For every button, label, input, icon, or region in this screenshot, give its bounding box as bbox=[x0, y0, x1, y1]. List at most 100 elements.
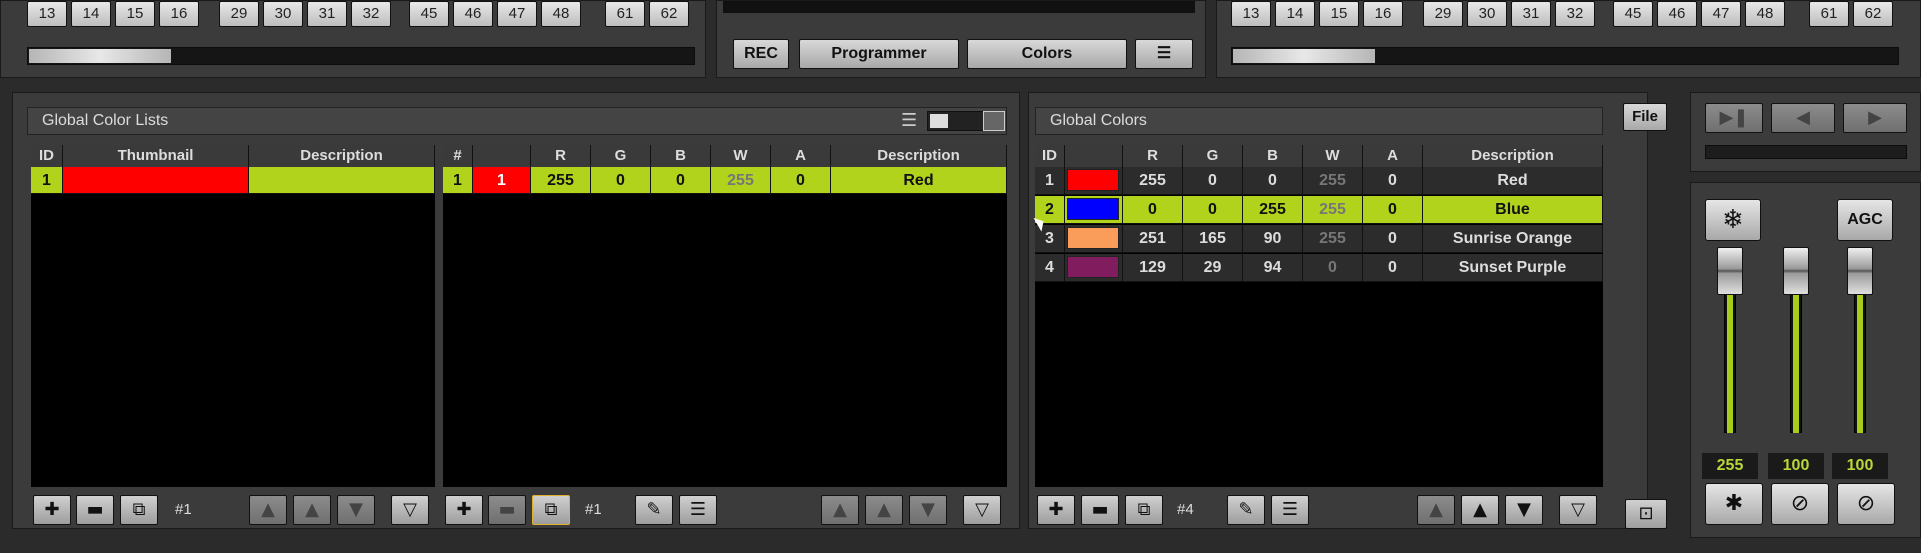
key-button[interactable]: 16 bbox=[159, 1, 199, 27]
fader-handle[interactable] bbox=[1783, 247, 1809, 295]
color-swatch-cell[interactable] bbox=[1065, 196, 1123, 224]
color-move-top-button[interactable]: ▲ bbox=[1417, 495, 1455, 525]
key-button[interactable]: 29 bbox=[219, 1, 259, 27]
right-scrollbar-thumb[interactable] bbox=[1233, 49, 1375, 63]
key-button[interactable]: 32 bbox=[1555, 1, 1595, 27]
color-cell-description[interactable]: Sunrise Orange bbox=[1423, 225, 1603, 253]
list-move-up-button[interactable]: ▲ bbox=[293, 495, 331, 525]
entry-cell-w[interactable]: 255 bbox=[711, 167, 771, 194]
color-swatch-cell[interactable] bbox=[1065, 254, 1123, 282]
key-button[interactable]: 15 bbox=[115, 1, 155, 27]
key-button[interactable]: 46 bbox=[1657, 1, 1697, 27]
programmer-button[interactable]: Programmer bbox=[799, 39, 959, 69]
color-cell-b[interactable]: 90 bbox=[1243, 225, 1303, 253]
colors-button[interactable]: Colors bbox=[967, 39, 1127, 69]
key-button[interactable]: 30 bbox=[1467, 1, 1507, 27]
mic-off-button[interactable]: ⊘ bbox=[1837, 483, 1895, 525]
color-cell-description[interactable]: Sunset Purple bbox=[1423, 254, 1603, 282]
color-cell-w[interactable]: 255 bbox=[1303, 167, 1363, 195]
entry-cell-g[interactable]: 0 bbox=[591, 167, 651, 194]
rec-button[interactable]: REC bbox=[733, 39, 789, 69]
fader-handle[interactable] bbox=[1717, 247, 1743, 295]
key-button[interactable]: 46 bbox=[453, 1, 493, 27]
edit-entry-button[interactable]: ✎ bbox=[635, 495, 673, 525]
key-button[interactable]: 30 bbox=[263, 1, 303, 27]
view-slider-thumb[interactable] bbox=[930, 114, 948, 128]
key-button[interactable]: 45 bbox=[1613, 1, 1653, 27]
list-row-description[interactable] bbox=[249, 167, 435, 194]
color-cell-a[interactable]: 0 bbox=[1363, 167, 1423, 195]
key-button[interactable]: 15 bbox=[1319, 1, 1359, 27]
color-swatch-cell[interactable] bbox=[1065, 167, 1123, 195]
key-button[interactable]: 29 bbox=[1423, 1, 1463, 27]
key-button[interactable]: 61 bbox=[1809, 1, 1849, 27]
color-cell-g[interactable]: 165 bbox=[1183, 225, 1243, 253]
list-move-down-button[interactable]: ▼ bbox=[337, 495, 375, 525]
color-cell-id[interactable]: 1 bbox=[1035, 167, 1065, 195]
color-cell-description[interactable]: Blue bbox=[1423, 196, 1603, 224]
key-button[interactable]: 31 bbox=[1511, 1, 1551, 27]
list-row-id[interactable]: 1 bbox=[31, 167, 63, 194]
next-button[interactable]: ▶ bbox=[1843, 103, 1907, 133]
agc-button[interactable]: AGC bbox=[1837, 199, 1893, 241]
key-button[interactable]: 13 bbox=[27, 1, 67, 27]
left-scrollbar-thumb[interactable] bbox=[29, 49, 171, 63]
entry-filter-button[interactable]: ▽ bbox=[963, 495, 1001, 525]
color-cell-b[interactable]: 255 bbox=[1243, 196, 1303, 224]
key-button[interactable]: 61 bbox=[605, 1, 645, 27]
color-cell-w[interactable]: 255 bbox=[1303, 225, 1363, 253]
entry-cell-b[interactable]: 0 bbox=[651, 167, 711, 194]
entry-move-top-button[interactable]: ▲ bbox=[821, 495, 859, 525]
fader-handle[interactable] bbox=[1847, 247, 1873, 295]
key-button[interactable]: 47 bbox=[1701, 1, 1741, 27]
color-move-down-button[interactable]: ▼ bbox=[1505, 495, 1543, 525]
entry-move-down-button[interactable]: ▼ bbox=[909, 495, 947, 525]
color-cell-r[interactable]: 255 bbox=[1123, 167, 1183, 195]
color-cell-a[interactable]: 0 bbox=[1363, 254, 1423, 282]
color-cell-a[interactable]: 0 bbox=[1363, 196, 1423, 224]
import-button[interactable]: ⊡ bbox=[1625, 499, 1667, 529]
previous-button[interactable]: ◀ bbox=[1771, 103, 1835, 133]
key-button[interactable]: 32 bbox=[351, 1, 391, 27]
entry-cell-a[interactable]: 0 bbox=[771, 167, 831, 194]
transport-progress[interactable] bbox=[1705, 145, 1907, 159]
color-filter-button[interactable]: ▽ bbox=[1559, 495, 1597, 525]
mute-button[interactable]: ⊘ bbox=[1771, 483, 1829, 525]
entry-move-up-button[interactable]: ▲ bbox=[865, 495, 903, 525]
key-button[interactable]: 13 bbox=[1231, 1, 1271, 27]
add-list-button[interactable]: ✚ bbox=[33, 495, 71, 525]
color-cell-g[interactable]: 0 bbox=[1183, 167, 1243, 195]
entry-cell-r[interactable]: 255 bbox=[531, 167, 591, 194]
right-scrollbar[interactable] bbox=[1231, 47, 1899, 65]
key-button[interactable]: 47 bbox=[497, 1, 537, 27]
key-button[interactable]: 31 bbox=[307, 1, 347, 27]
key-button[interactable]: 14 bbox=[71, 1, 111, 27]
color-mixer-button[interactable]: ☰ bbox=[1271, 495, 1309, 525]
color-cell-b[interactable]: 0 bbox=[1243, 167, 1303, 195]
color-move-up-button[interactable]: ▲ bbox=[1461, 495, 1499, 525]
entry-cell-description[interactable]: Red bbox=[831, 167, 1007, 194]
remove-color-button[interactable]: ▬ bbox=[1081, 495, 1119, 525]
list-filter-button[interactable]: ▽ bbox=[391, 495, 429, 525]
list-move-top-button[interactable]: ▲ bbox=[249, 495, 287, 525]
remove-list-button[interactable]: ▬ bbox=[76, 495, 114, 525]
freeze-button[interactable]: ❄ bbox=[1705, 199, 1761, 241]
entry-cell-num[interactable]: 1 bbox=[443, 167, 473, 194]
duplicate-color-button[interactable]: ⧉ bbox=[1125, 495, 1163, 525]
color-cell-a[interactable]: 0 bbox=[1363, 225, 1423, 253]
list-view-icon[interactable]: ☰ bbox=[901, 111, 923, 131]
key-button[interactable]: 62 bbox=[649, 1, 689, 27]
key-button[interactable]: 16 bbox=[1363, 1, 1403, 27]
add-entry-button[interactable]: ✚ bbox=[445, 495, 483, 525]
add-color-button[interactable]: ✚ bbox=[1037, 495, 1075, 525]
remove-entry-button[interactable]: ▬ bbox=[488, 495, 526, 525]
key-button[interactable]: 45 bbox=[409, 1, 449, 27]
key-button[interactable]: 62 bbox=[1853, 1, 1893, 27]
entry-cell-swatch_label[interactable]: 1 bbox=[473, 167, 531, 194]
play-pause-button[interactable]: ▶❚ bbox=[1705, 103, 1763, 133]
color-cell-id[interactable]: 4 bbox=[1035, 254, 1065, 282]
color-cell-b[interactable]: 94 bbox=[1243, 254, 1303, 282]
color-cell-w[interactable]: 255 bbox=[1303, 196, 1363, 224]
view-slider[interactable] bbox=[927, 111, 991, 131]
color-cell-w[interactable]: 0 bbox=[1303, 254, 1363, 282]
